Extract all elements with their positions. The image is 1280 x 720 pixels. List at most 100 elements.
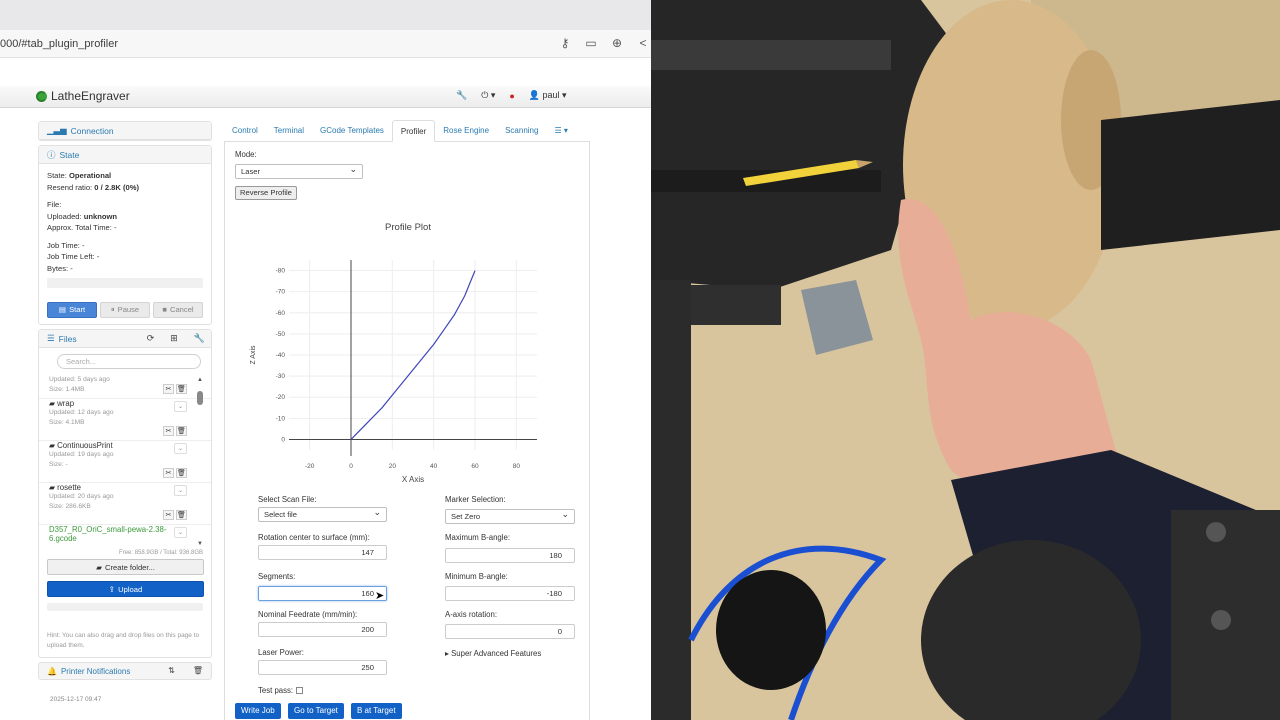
key-icon[interactable]: ⚷ (557, 36, 573, 50)
cut-icon[interactable]: ✂ (163, 468, 174, 478)
cut-icon[interactable]: ✂ (163, 510, 174, 520)
upload-button[interactable]: ⇪ Upload (47, 581, 204, 597)
tab-profiler[interactable]: Profiler (391, 120, 436, 142)
max-b-angle-input[interactable]: 180 (445, 548, 575, 563)
profiler-tab-content: Mode: Laser Reverse Profile Profile Plot… (224, 142, 590, 720)
test-pass-field: Test pass: (258, 686, 304, 695)
sitemap-icon[interactable]: ⊞ (170, 333, 178, 344)
tab-control[interactable]: Control (224, 120, 266, 142)
scroll-up-icon[interactable]: ▲ (197, 377, 203, 383)
job-time-line: Job Time: - (47, 240, 85, 250)
app-navbar: LatheEngraver 🔧 ⏻ ▾ ● 👤 paul ▾ (0, 86, 651, 108)
file-actions: ✂ 🗑 (163, 468, 187, 478)
feedrate-input[interactable]: 200 (258, 622, 387, 637)
files-search-input[interactable]: Search... (57, 354, 201, 369)
plot-axes (289, 260, 537, 456)
state-panel-header[interactable]: ⓘ State (39, 146, 211, 164)
a-axis-rotation-input[interactable]: 0 (445, 624, 575, 639)
marker-selection-select[interactable]: Set Zero (445, 509, 575, 524)
super-advanced-toggle[interactable]: ▸ Super Advanced Features (445, 649, 541, 658)
profile-plot[interactable]: -20 0 20 40 60 80 0 -10 -20 -30 -40 -50 -60 -70 -80 X … (245, 252, 545, 487)
state-line: State: Operational (47, 171, 112, 180)
list-item[interactable]: D357_R0_OriC_small-pewa-2.38-6.gcode ⌄ (39, 525, 211, 547)
test-pass-checkbox[interactable] (296, 687, 304, 695)
file-list-scrollbar[interactable]: ▲ ▼ (197, 377, 203, 547)
browser-tabstrip (0, 0, 651, 30)
cancel-button[interactable]: ■ Cancel (153, 302, 203, 318)
notifications-panel-header[interactable]: 🔔 Printer Notifications ⇅ 🗑 (38, 662, 212, 680)
go-to-target-button[interactable]: Go to Target (288, 703, 344, 719)
min-b-angle-input[interactable]: -180 (445, 586, 575, 601)
x-tick-label: 20 (389, 463, 397, 470)
files-panel-header[interactable]: ☰ Files ⟳ ⊞ 🔧 (39, 330, 211, 348)
mode-select[interactable]: Laser (235, 164, 363, 179)
tab-scanning[interactable]: Scanning (497, 120, 546, 142)
list-item[interactable]: ▰ ContinuousPrint Updated: 19 days ago S… (39, 441, 211, 483)
connection-panel: ▁▃▅ Connection (38, 121, 212, 141)
tab-terminal[interactable]: Terminal (266, 120, 312, 142)
notification-time: 2025-12-17 09:47 (50, 696, 102, 703)
wrench-icon[interactable]: 🔧 (456, 90, 467, 101)
y-tick-label: -50 (276, 331, 286, 338)
navbar-actions: 🔧 ⏻ ▾ ● 👤 paul ▾ (456, 90, 567, 101)
address-bar[interactable]: 000/#tab_plugin_profiler ⚷ ▭ ⊕ < (0, 30, 651, 58)
create-folder-button[interactable]: ▰ Create folder... (47, 559, 204, 575)
connection-panel-header[interactable]: ▁▃▅ Connection (39, 122, 211, 140)
rotation-center-input[interactable]: 147 (258, 545, 387, 560)
url-text[interactable]: 000/#tab_plugin_profiler (0, 38, 118, 50)
scrollbar-thumb[interactable] (197, 391, 203, 405)
tab-more-menu[interactable]: ☰ ▾ (546, 120, 575, 142)
power-menu-icon[interactable]: ⏻ ▾ (481, 90, 495, 101)
wrench-icon[interactable]: 🔧 (194, 333, 205, 344)
b-at-target-button[interactable]: B at Target (351, 703, 402, 719)
chevron-down-icon[interactable]: ⌄ (174, 443, 187, 454)
trash-icon[interactable]: 🗑 (176, 510, 187, 520)
pause-button[interactable]: ⏸ Pause (100, 302, 150, 318)
file-line: File: (47, 200, 62, 209)
share-icon[interactable]: < (635, 36, 651, 50)
resend-line: Resend ratio: 0 / 2.8K (0%) (47, 182, 140, 192)
trash-icon[interactable]: 🗑 (176, 426, 187, 436)
upload-icon: ⇪ (108, 584, 116, 594)
a-axis-rotation-label: A-axis rotation: (445, 610, 498, 619)
sort-icon[interactable]: ⇅ (168, 666, 175, 675)
user-menu[interactable]: 👤 paul ▾ (529, 90, 567, 101)
scan-file-select[interactable]: Select file (258, 507, 387, 522)
chevron-down-icon[interactable]: ⌄ (174, 485, 187, 496)
pause-icon: ⏸ (110, 305, 115, 315)
refresh-icon[interactable]: ⟳ (147, 333, 155, 344)
reverse-profile-button[interactable]: Reverse Profile (235, 186, 297, 200)
x-tick-label: 60 (471, 463, 479, 470)
camera-feed (651, 0, 1280, 720)
approx-time-line: Approx. Total Time: - (47, 223, 117, 232)
trash-icon[interactable]: 🗑 (176, 468, 187, 478)
stop-icon: ■ (162, 305, 167, 315)
tab-gcode-templates[interactable]: GCode Templates (312, 120, 392, 142)
chevron-down-icon[interactable]: ⌄ (174, 527, 187, 538)
tab-rose-engine[interactable]: Rose Engine (435, 120, 497, 142)
address-bar-icons: ⚷ ▭ ⊕ < (557, 36, 651, 50)
segments-input[interactable]: 160 (258, 586, 387, 601)
list-item[interactable]: Updated: 5 days ago Size: 1.4MB ✂ 🗑 (39, 375, 211, 399)
x-tick-label: 40 (430, 463, 438, 470)
trash-icon[interactable]: 🗑 (176, 384, 187, 394)
min-b-angle-label: Minimum B-angle: (445, 572, 508, 581)
list-item[interactable]: ▰ wrap Updated: 12 days ago Size: 4.1MB … (39, 399, 211, 441)
list-item[interactable]: ▰ rosette Updated: 20 days ago Size: 286… (39, 483, 211, 525)
x-tick-label: -20 (305, 463, 315, 470)
notification-bell-icon[interactable]: ● (509, 91, 514, 101)
scroll-down-icon[interactable]: ▼ (197, 541, 203, 547)
trash-icon[interactable]: 🗑 (193, 666, 203, 675)
laser-power-input[interactable]: 250 (258, 660, 387, 675)
brand[interactable]: LatheEngraver (36, 89, 130, 103)
y-tick-label: -60 (276, 310, 286, 317)
start-button[interactable]: ▤ Start (47, 302, 97, 318)
cut-icon[interactable]: ✂ (163, 384, 174, 394)
folder-icon: ▰ (96, 562, 103, 572)
file-actions: ✂ 🗑 (163, 384, 187, 394)
chevron-down-icon[interactable]: ⌄ (174, 401, 187, 412)
write-job-button[interactable]: Write Job (235, 703, 281, 719)
cut-icon[interactable]: ✂ (163, 426, 174, 436)
zoom-icon[interactable]: ⊕ (609, 36, 625, 50)
install-app-icon[interactable]: ▭ (583, 36, 599, 50)
